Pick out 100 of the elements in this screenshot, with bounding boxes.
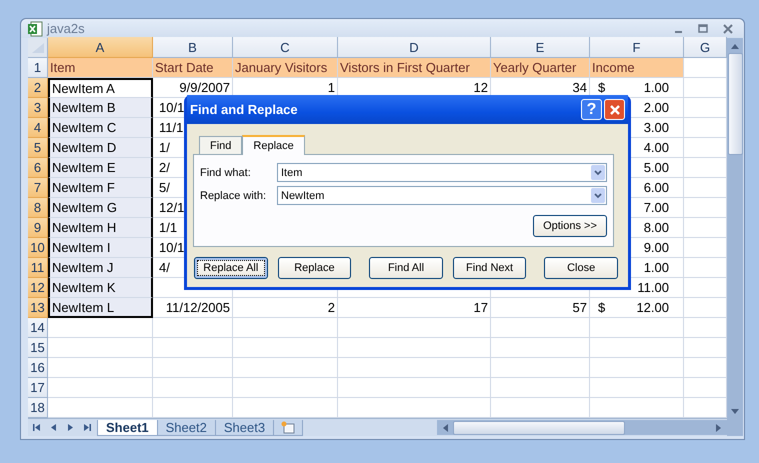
row-header[interactable]: 5 <box>28 138 48 158</box>
dialog-button[interactable]: Find Next <box>452 257 526 279</box>
table-cell-text: 5.00 <box>644 160 670 175</box>
table-cell: NewItem A <box>52 81 115 96</box>
dialog-button[interactable]: Replace All <box>194 257 268 279</box>
dialog-button[interactable]: Find All <box>369 257 443 279</box>
table-cell-text: 9.00 <box>644 240 670 255</box>
table-cell: NewItem L <box>52 300 114 314</box>
row-header[interactable]: 11 <box>28 258 48 278</box>
help-button[interactable]: ? <box>581 99 602 120</box>
table-cell: 4/ <box>159 260 170 275</box>
table-cell-text: 4.00 <box>644 140 670 155</box>
column-header[interactable]: G <box>684 37 727 58</box>
row-header[interactable]: 4 <box>28 118 48 138</box>
dialog-button[interactable]: Replace <box>278 257 352 279</box>
column-header[interactable]: E <box>491 37 590 58</box>
sheet-tab[interactable]: Sheet3 <box>214 420 274 436</box>
table-cell: 10/1 <box>159 240 184 255</box>
row-header[interactable]: 7 <box>28 178 48 198</box>
first-sheet-icon[interactable] <box>32 423 41 432</box>
table-cell: January Visitors <box>233 58 338 78</box>
table-cell: Income <box>590 58 684 78</box>
table-cell: 11/1 <box>159 120 184 135</box>
row-header[interactable]: 8 <box>28 198 48 218</box>
table-cell: NewItem E <box>52 160 116 175</box>
currency-symbol: $ <box>597 80 606 95</box>
column-header[interactable]: D <box>338 37 491 58</box>
last-sheet-icon[interactable] <box>83 423 92 432</box>
table-cell: NewItem B <box>52 100 116 115</box>
column-header[interactable]: B <box>153 37 233 58</box>
table-cell: NewItem D <box>52 140 116 155</box>
column-header[interactable]: C <box>233 37 338 58</box>
scrollbar-thumb[interactable] <box>453 420 625 434</box>
row-header[interactable]: 2 <box>28 78 48 98</box>
insert-sheet-tab[interactable] <box>273 420 304 436</box>
row-header[interactable]: 12 <box>28 278 48 298</box>
scroll-down-icon[interactable] <box>730 408 740 416</box>
row-header[interactable]: 1 <box>28 58 48 78</box>
table-cell: NewItem K <box>52 280 116 295</box>
table-cell-text: 12.00 <box>636 300 670 315</box>
table-cell-text: 8.00 <box>644 220 670 235</box>
row-header[interactable]: 6 <box>28 158 48 178</box>
close-icon[interactable] <box>722 24 734 34</box>
close-button[interactable] <box>604 99 625 120</box>
table-cell: NewItem J <box>52 260 114 275</box>
table-cell: 2/ <box>159 160 170 175</box>
row-header[interactable]: 3 <box>28 98 48 118</box>
next-sheet-icon[interactable] <box>66 423 75 432</box>
table-cell: NewItem G <box>52 200 118 215</box>
table-cell: 1/ <box>159 140 170 155</box>
scrollbar-thumb[interactable] <box>728 53 742 155</box>
table-cell: 57 <box>572 300 587 315</box>
table-cell: Vistors in First Quarter <box>338 58 491 78</box>
column-header[interactable]: A <box>48 37 153 58</box>
vertical-scrollbar[interactable] <box>727 38 743 436</box>
previous-sheet-icon[interactable] <box>49 423 58 432</box>
horizontal-scrollbar[interactable] <box>437 420 727 435</box>
row-header[interactable]: 17 <box>28 378 48 398</box>
table-cell: 12 <box>474 80 488 95</box>
column-header[interactable]: F <box>590 37 684 58</box>
dialog-title: Find and Replace <box>190 102 298 117</box>
table-cell: Start Date <box>153 58 233 78</box>
table-cell: 12/1 <box>159 200 184 215</box>
scroll-left-icon[interactable] <box>441 422 449 432</box>
row-header[interactable]: 13 <box>28 298 48 318</box>
table-cell: 1/1 <box>159 220 178 235</box>
row-header[interactable]: 15 <box>28 338 48 358</box>
row-header[interactable]: 14 <box>28 318 48 338</box>
dialog-button[interactable]: Close <box>544 257 618 279</box>
row-header[interactable]: 10 <box>28 238 48 258</box>
options-button[interactable]: Options >> <box>533 215 607 237</box>
close-icon <box>608 104 620 116</box>
scroll-up-icon[interactable] <box>730 42 740 50</box>
dialog-tab[interactable]: Find <box>199 136 242 154</box>
table-cell: 2 <box>328 300 335 315</box>
new-sheet-icon <box>280 420 296 434</box>
row-header[interactable]: 16 <box>28 358 48 378</box>
field-label: Find what: <box>200 166 252 178</box>
field-label: Replace with: <box>200 190 268 202</box>
table-cell: NewItem F <box>52 180 115 195</box>
row-header[interactable]: 9 <box>28 218 48 238</box>
dialog-tab[interactable]: Replace <box>242 135 305 155</box>
row-header[interactable]: 18 <box>28 398 48 418</box>
table-cell: 34 <box>572 80 587 95</box>
combo-field[interactable]: NewItem <box>277 186 607 205</box>
table-cell: NewItem H <box>52 220 116 235</box>
table-cell-text: 11.00 <box>637 280 670 295</box>
maximize-icon[interactable] <box>698 24 708 34</box>
sheet-tab[interactable]: Sheet2 <box>156 420 216 436</box>
table-cell: 5/ <box>159 180 170 195</box>
table-cell: 17 <box>474 300 488 315</box>
table-cell-text: 7.00 <box>644 200 670 215</box>
scroll-right-icon[interactable] <box>715 422 723 432</box>
combo-field[interactable]: Item <box>277 163 607 182</box>
currency-symbol: $ <box>597 300 606 315</box>
table-cell-text: 6.00 <box>644 180 670 195</box>
table-cell: 9/9/2007 <box>179 80 230 95</box>
table-cell: NewItem I <box>52 240 111 255</box>
table-cell-text: 3.00 <box>644 120 670 135</box>
sheet-tab[interactable]: Sheet1 <box>97 420 158 436</box>
